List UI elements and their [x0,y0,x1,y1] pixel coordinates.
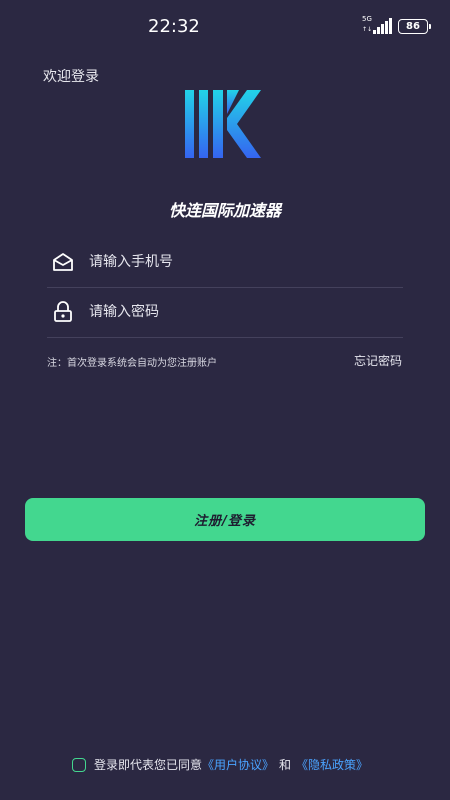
status-indicators: 5G ↑↓ 86 [362,15,431,34]
status-time: 22:32 [148,16,200,37]
battery-level: 86 [406,20,420,32]
envelope-icon [51,250,75,274]
agreement-checkbox[interactable] [72,757,86,772]
user-agreement-link[interactable]: 《用户协议》 [202,756,274,773]
register-note: 注：首次登录系统会自动为您注册账户 [47,358,217,369]
password-input[interactable] [89,304,369,320]
password-field [47,287,403,338]
phone-input[interactable] [89,254,369,270]
agreement-and: 和 [279,758,292,772]
app-name: 快连国际加速器 [168,201,281,220]
privacy-policy-link[interactable]: 《隐私政策》 [296,756,368,773]
network-label: 5G [362,15,372,23]
status-bar: 22:32 5G ↑↓ 86 [0,0,450,50]
app-logo [185,90,261,158]
agreement-text: 登录即代表您已同意 [94,758,203,772]
agreement-row: 登录即代表您已同意 《用户协议》 和 《隐私政策》 [72,756,368,773]
phone-field [47,237,403,288]
login-button[interactable]: 注册/登录 [25,498,425,541]
forgot-password-link[interactable]: 忘记密码 [354,352,402,369]
welcome-title: 欢迎登录 [43,69,99,85]
lock-icon [51,300,75,324]
battery-icon: 86 [398,18,431,34]
signal-icon: 5G ↑↓ [362,15,392,34]
